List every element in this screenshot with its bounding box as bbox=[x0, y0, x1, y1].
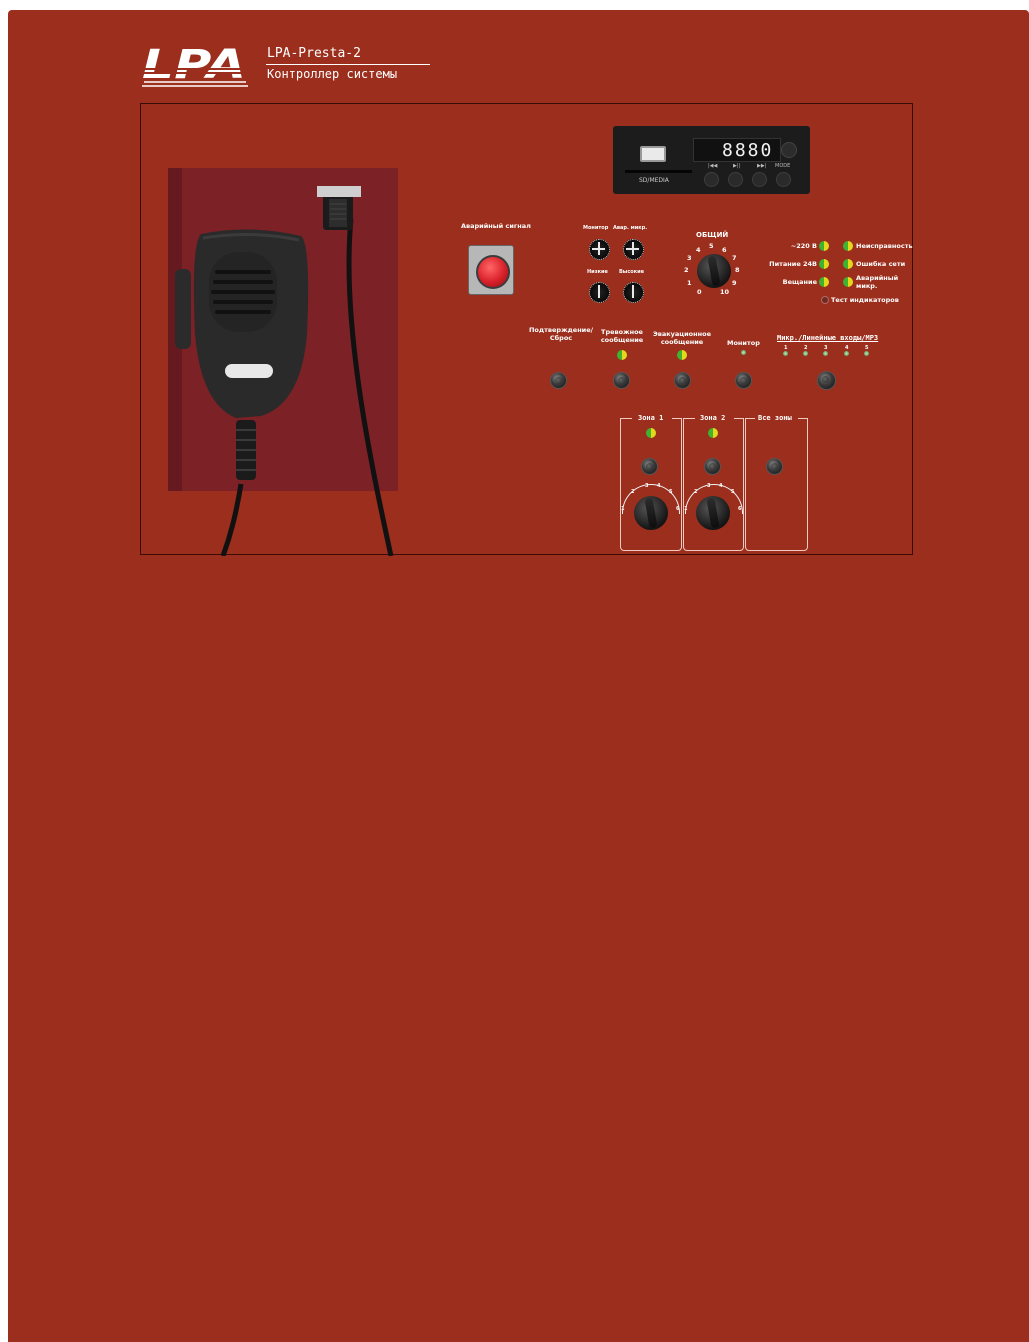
svg-text:LPA: LPA bbox=[142, 42, 246, 88]
confirm-reset-label: Подтверждение/ Сброс bbox=[528, 326, 594, 342]
prev-track-button[interactable] bbox=[704, 172, 719, 187]
test-indicators-label: Тест индикаторов bbox=[831, 296, 899, 304]
emergency-button-housing bbox=[468, 245, 514, 295]
led-input-4 bbox=[844, 351, 849, 356]
sd-media-label: SD/MEDIA bbox=[639, 177, 669, 184]
zone-2-button[interactable] bbox=[704, 458, 721, 475]
all-zones-box bbox=[745, 418, 808, 551]
all-zones-label: Все зоны bbox=[758, 414, 792, 422]
zone-1-button[interactable] bbox=[641, 458, 658, 475]
led-input-3 bbox=[823, 351, 828, 356]
device-subtitle: Контроллер системы bbox=[267, 67, 398, 81]
monitor-button-label: Монитор bbox=[727, 339, 760, 347]
zone-1-volume-knob[interactable] bbox=[634, 496, 668, 530]
emergency-label: Аварийный сигнал bbox=[461, 222, 531, 230]
indicator-label-24v: Питание 24В bbox=[769, 260, 817, 268]
media-display-digits: 8880 bbox=[722, 140, 774, 161]
monitor-button[interactable] bbox=[735, 372, 752, 389]
led-zone-2 bbox=[708, 428, 718, 438]
led-input-2 bbox=[803, 351, 808, 356]
indicator-label-220v: ~220 В bbox=[790, 242, 817, 250]
indicator-label-broadcast: Вещание bbox=[782, 278, 817, 286]
led-alarm-message bbox=[617, 350, 627, 360]
mode-key-label: MODE bbox=[775, 163, 791, 169]
usb-port bbox=[640, 146, 666, 162]
model-name: LPA-Presta-2 bbox=[267, 46, 361, 61]
low-eq-label: Низкие bbox=[587, 269, 608, 275]
zone-1-label: Зона 1 bbox=[638, 414, 664, 422]
led-network-error bbox=[843, 259, 853, 269]
led-fault bbox=[843, 241, 853, 251]
led-220v bbox=[819, 241, 829, 251]
play-pause-key-label: ▶|| bbox=[733, 163, 741, 169]
evacuation-message-label: Эвакуационное сообщение bbox=[653, 330, 711, 346]
title-divider bbox=[266, 64, 430, 65]
play-pause-button[interactable] bbox=[728, 172, 743, 187]
confirm-reset-button[interactable] bbox=[550, 372, 567, 389]
led-zone-1 bbox=[646, 428, 656, 438]
test-indicators-button[interactable] bbox=[821, 296, 829, 304]
media-display: 8880 bbox=[693, 138, 781, 162]
monitor-volume-pot[interactable] bbox=[589, 239, 610, 260]
emergency-mic-volume-pot[interactable] bbox=[623, 239, 644, 260]
led-input-1 bbox=[783, 351, 788, 356]
led-evacuation-message bbox=[677, 350, 687, 360]
zone-2-label: Зона 2 bbox=[700, 414, 726, 422]
lpa-logo: LPA bbox=[140, 42, 250, 88]
led-input-5 bbox=[864, 351, 869, 356]
led-monitor bbox=[741, 350, 746, 355]
ptt-button bbox=[225, 364, 273, 378]
led-emergency-mic bbox=[843, 277, 853, 287]
low-eq-pot[interactable] bbox=[589, 282, 610, 303]
inputs-label: Микр./Линейные входы/MP3 bbox=[777, 334, 879, 342]
monitor-pot-label: Монитор bbox=[583, 225, 609, 231]
next-track-button[interactable] bbox=[752, 172, 767, 187]
ir-sensor bbox=[781, 142, 797, 158]
zone-2-volume-knob[interactable] bbox=[696, 496, 730, 530]
high-eq-label: Высокие bbox=[619, 269, 645, 275]
master-volume-label: ОБЩИЙ bbox=[696, 231, 729, 239]
alarm-message-label: Тревожное сообщение bbox=[600, 328, 644, 344]
media-player: SD/MEDIA 8880 |◀◀ ▶|| ▶▶| MODE bbox=[613, 126, 810, 194]
brand-header: LPA LPA-Presta-2 Контроллер системы bbox=[140, 40, 440, 92]
indicator-label-emergency-mic: Аварийный микр. bbox=[856, 274, 899, 290]
master-volume-knob[interactable] bbox=[697, 254, 731, 288]
led-broadcast bbox=[819, 277, 829, 287]
sd-slot bbox=[625, 170, 692, 173]
alarm-message-button[interactable] bbox=[613, 372, 630, 389]
prev-key-label: |◀◀ bbox=[708, 163, 718, 169]
indicator-label-fault: Неисправность bbox=[856, 242, 913, 250]
high-eq-pot[interactable] bbox=[623, 282, 644, 303]
mode-button[interactable] bbox=[776, 172, 791, 187]
emergency-alarm-button[interactable] bbox=[476, 255, 510, 289]
emergency-mic-pot-label: Авар. микр. bbox=[613, 225, 648, 231]
next-key-label: ▶▶| bbox=[757, 163, 767, 169]
indicator-label-network-error: Ошибка сети bbox=[856, 260, 906, 268]
input-select-button[interactable] bbox=[817, 371, 836, 390]
all-zones-button[interactable] bbox=[766, 458, 783, 475]
led-24v bbox=[819, 259, 829, 269]
evacuation-message-button[interactable] bbox=[674, 372, 691, 389]
